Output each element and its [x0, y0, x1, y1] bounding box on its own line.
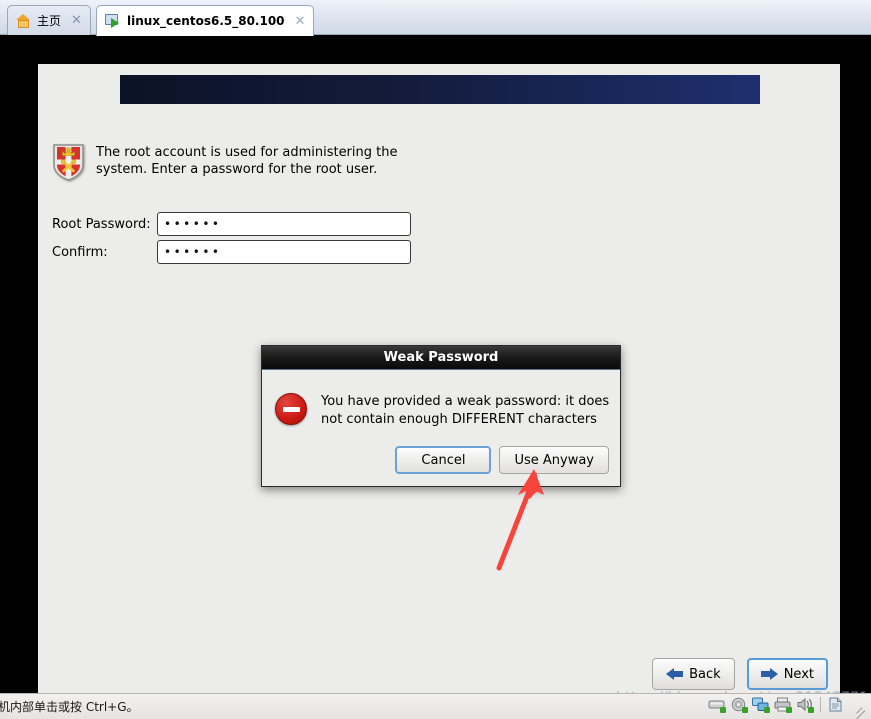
- dialog-message-text: You have provided a weak password: it do…: [321, 394, 610, 427]
- sound-card-icon[interactable]: [796, 697, 814, 713]
- dialog-body: You have provided a weak password: it do…: [262, 370, 620, 487]
- status-bar-devices: [708, 697, 866, 719]
- confirm-password-label: Confirm:: [52, 244, 108, 260]
- tab-bar: 主页 ✕ linux_centos6.5_80.100 ✕: [0, 0, 871, 36]
- dialog-use-anyway-button[interactable]: Use Anyway: [499, 446, 609, 474]
- confirm-password-input[interactable]: ••••••: [157, 240, 411, 264]
- back-button-label: Back: [689, 666, 721, 682]
- dialog-buttons: Cancel Use Anyway: [395, 446, 609, 474]
- confirm-password-row: Confirm: ••••••: [52, 240, 411, 264]
- installer-nav-buttons: Back Next: [652, 658, 828, 690]
- status-bar: 机内部单击或按 Ctrl+G。: [0, 693, 871, 719]
- arrow-left-icon: [666, 667, 684, 681]
- vm-viewport[interactable]: The root account is used for administeri…: [0, 35, 871, 704]
- weak-password-dialog: Weak Password You have provided a weak p…: [261, 345, 621, 487]
- tab-virtual-machine[interactable]: linux_centos6.5_80.100 ✕: [96, 5, 315, 36]
- home-icon: [16, 13, 31, 28]
- arrow-right-icon: [760, 667, 778, 681]
- cd-dvd-icon[interactable]: [730, 697, 748, 713]
- hard-disk-icon[interactable]: [708, 697, 726, 713]
- tab-home-label: 主页: [37, 14, 62, 28]
- root-password-input[interactable]: ••••••: [157, 212, 411, 236]
- tab-virtual-machine-close-icon[interactable]: ✕: [295, 15, 306, 28]
- dialog-use-anyway-label: Use Anyway: [514, 452, 594, 468]
- root-password-intro: The root account is used for administeri…: [52, 143, 452, 181]
- resize-grip-icon[interactable]: [852, 698, 866, 719]
- status-bar-separator: [820, 697, 821, 712]
- document-icon[interactable]: [828, 697, 845, 712]
- error-stop-icon: [275, 393, 307, 425]
- tab-home[interactable]: 主页 ✕: [7, 5, 91, 35]
- printer-icon[interactable]: [774, 697, 792, 713]
- status-bar-message: 机内部单击或按 Ctrl+G。: [0, 700, 139, 714]
- next-button-label: Next: [783, 666, 814, 682]
- tab-virtual-machine-label: linux_centos6.5_80.100: [127, 14, 285, 28]
- dialog-cancel-button[interactable]: Cancel: [395, 446, 492, 474]
- virtual-machine-icon: [105, 14, 121, 28]
- network-adapter-icon[interactable]: [752, 697, 770, 713]
- root-shield-icon: [52, 143, 85, 181]
- dialog-cancel-label: Cancel: [421, 452, 466, 468]
- installer-banner: [120, 75, 760, 104]
- next-button[interactable]: Next: [746, 658, 828, 690]
- dialog-title-label: Weak Password: [383, 350, 499, 365]
- root-password-intro-text: The root account is used for administeri…: [96, 145, 398, 177]
- dialog-title-bar: Weak Password: [262, 346, 620, 370]
- root-password-row: Root Password: ••••••: [52, 212, 411, 236]
- back-button[interactable]: Back: [652, 658, 735, 690]
- root-password-label: Root Password:: [52, 216, 151, 232]
- tab-home-close-icon[interactable]: ✕: [71, 14, 82, 27]
- vmware-window: 主页 ✕ linux_centos6.5_80.100 ✕ The root a…: [0, 0, 871, 719]
- dialog-message-row: You have provided a weak password: it do…: [275, 393, 611, 429]
